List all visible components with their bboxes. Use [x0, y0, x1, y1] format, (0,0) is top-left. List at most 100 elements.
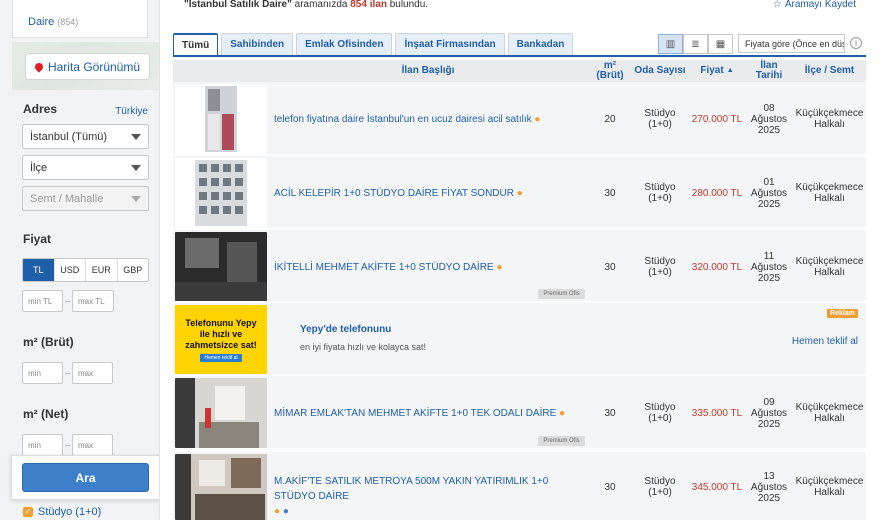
checkbox-checked-icon[interactable]: ✓	[23, 507, 33, 517]
ad-badge: Reklam	[827, 309, 858, 318]
save-search-link[interactable]: ☆ Aramayı Kaydet	[773, 0, 856, 10]
listing-title-link[interactable]: MİMAR EMLAK'TAN MEHMET AKİFTE 1+0 TEK OD…	[274, 406, 589, 421]
chevron-down-icon	[131, 164, 141, 171]
net-area-max-input[interactable]: max	[72, 434, 113, 456]
column-area[interactable]: m² (Brüt)	[589, 60, 631, 82]
net-area-min-input[interactable]: min	[22, 434, 63, 456]
listing-price: 270.000 TL	[691, 114, 743, 125]
listing-title-link[interactable]: M.AKİF'TE SATILIK METROYA 500M YAKIN YAT…	[274, 474, 589, 519]
flame-icon: ●	[516, 188, 523, 199]
listing-thumbnail[interactable]	[175, 454, 267, 520]
grid-view-icon[interactable]: ▦	[708, 34, 733, 54]
tab-construction-firm[interactable]: İnşaat Firmasından	[395, 33, 505, 55]
column-location[interactable]: İlçe / Semt	[793, 60, 866, 82]
star-icon: ☆	[772, 0, 782, 10]
neighborhood-select[interactable]: Semt / Mahalle	[22, 186, 149, 211]
results-summary-bar: "İstanbul Satılık Daire" aramanızda 854 …	[170, 0, 887, 14]
premium-office-badge: Premium Ofis	[538, 289, 585, 299]
listing-location: Küçükçekmece Halkalı	[795, 476, 864, 498]
listing-thumbnail[interactable]	[175, 232, 267, 301]
listing-area: 30	[604, 482, 616, 493]
country-link[interactable]: Türkiye	[115, 106, 148, 117]
ad-offer-link[interactable]: Hemen teklif al	[792, 336, 858, 347]
listing-area: 20	[604, 114, 616, 125]
listing-location: Küçükçekmece Halkalı	[795, 182, 864, 204]
listing-thumbnail[interactable]	[175, 158, 267, 228]
range-dash: –	[65, 296, 71, 306]
column-date[interactable]: İlan Tarihi	[746, 60, 792, 82]
column-rooms[interactable]: Oda Sayısı	[632, 60, 688, 82]
listing-area: 30	[604, 408, 616, 419]
category-daire-link[interactable]: Daire (854)	[28, 16, 78, 28]
table-row[interactable]: M.AKİF'TE SATILIK METROYA 500M YAKIN YAT…	[173, 452, 866, 520]
verified-badge-icon: ●	[282, 506, 289, 517]
tab-underline	[173, 55, 866, 57]
table-row[interactable]: ACİL KELEPİR 1+0 STÜDYO DAİRE FİYAT SOND…	[173, 156, 866, 230]
listing-price: 320.000 TL	[691, 262, 743, 273]
district-select[interactable]: İlçe	[22, 155, 149, 180]
flame-icon: ●	[559, 408, 566, 419]
tab-all[interactable]: Tümü	[173, 33, 219, 55]
listing-title-link[interactable]: telefon fiyatına daire İstanbul'un en uc…	[274, 112, 589, 127]
ad-image[interactable]: Telefonunu Yepy ile hızlı ve zahmetsizce…	[175, 305, 267, 374]
table-row[interactable]: İKİTELLİ MEHMET AKİFTE 1+0 STÜDYO DAİRE …	[173, 230, 866, 303]
currency-gbp-button[interactable]: GBP	[118, 259, 149, 281]
listing-thumbnail[interactable]	[175, 378, 267, 448]
search-button[interactable]: Ara	[22, 463, 149, 492]
listing-price: 335.000 TL	[691, 408, 743, 419]
currency-tl-button[interactable]: TL	[23, 259, 55, 281]
listing-rooms: Stüdyo (1+0)	[644, 256, 676, 278]
range-dash: –	[65, 368, 71, 378]
ad-description: en iyi fiyata hızlı ve kolayca sat!	[300, 342, 427, 352]
advertisement-row[interactable]: Telefonunu Yepy ile hızlı ve zahmetsizce…	[173, 303, 866, 376]
range-dash: –	[65, 440, 71, 450]
listing-date: 08 Ağustos 2025	[750, 103, 788, 136]
listing-title-link[interactable]: ACİL KELEPİR 1+0 STÜDYO DAİRE FİYAT SOND…	[274, 186, 589, 201]
room-option-studio[interactable]: ✓ Stüdyo (1+0)	[23, 506, 101, 518]
listing-rooms: Stüdyo (1+0)	[644, 476, 676, 498]
listing-rooms: Stüdyo (1+0)	[644, 402, 676, 424]
gross-area-title: m² (Brüt)	[23, 335, 74, 349]
net-area-title: m² (Net)	[23, 407, 69, 421]
listing-date: 09 Ağustos 2025	[750, 397, 788, 430]
listing-rooms: Stüdyo (1+0)	[644, 182, 676, 204]
table-row[interactable]: telefon fiyatına daire İstanbul'un en uc…	[173, 82, 866, 156]
results-summary: "İstanbul Satılık Daire" aramanızda 854 …	[184, 0, 429, 10]
listing-price: 280.000 TL	[691, 188, 743, 199]
category-count: (854)	[57, 17, 79, 27]
table-view-icon[interactable]: ▥	[658, 34, 683, 54]
flame-icon: ●	[274, 506, 281, 517]
column-price[interactable]: Fiyat ▲	[689, 60, 745, 82]
price-section-title: Fiyat	[23, 232, 52, 246]
info-icon[interactable]: i	[850, 37, 862, 49]
currency-toggle: TL USD EUR GBP	[22, 258, 149, 282]
gross-area-min-input[interactable]: min	[22, 362, 63, 384]
chevron-down-icon	[131, 133, 141, 140]
sort-select[interactable]: Fiyata göre (Önce en düşük)	[738, 34, 845, 53]
ad-title[interactable]: Yepy'de telefonunu	[300, 324, 391, 335]
tab-agency[interactable]: Emlak Ofisinden	[296, 33, 393, 55]
price-max-input[interactable]: max TL	[72, 290, 114, 312]
address-section-title: Adres	[23, 102, 58, 116]
city-select[interactable]: İstanbul (Tümü)	[22, 124, 149, 149]
listing-location: Küçükçekmece Halkalı	[795, 256, 864, 278]
premium-office-badge: Premium Ofis	[538, 436, 585, 446]
listing-date: 13 Ağustos 2025	[750, 471, 788, 504]
listing-location: Küçükçekmece Halkalı	[795, 108, 864, 130]
list-view-icon[interactable]: ≣	[683, 34, 708, 54]
listing-area: 30	[604, 188, 616, 199]
currency-usd-button[interactable]: USD	[55, 259, 86, 281]
price-min-input[interactable]: min TL	[22, 290, 63, 312]
listing-rooms: Stüdyo (1+0)	[644, 108, 676, 130]
listing-location: Küçükçekmece Halkalı	[795, 402, 864, 424]
tab-bank[interactable]: Bankadan	[507, 33, 574, 55]
listing-thumbnail[interactable]	[175, 84, 267, 154]
listing-title-link[interactable]: İKİTELLİ MEHMET AKİFTE 1+0 STÜDYO DAİRE …	[274, 260, 589, 275]
map-view-button[interactable]: Harita Görünümü	[25, 53, 150, 80]
column-title[interactable]: İlan Başlığı	[269, 60, 587, 82]
currency-eur-button[interactable]: EUR	[86, 259, 118, 281]
gross-area-max-input[interactable]: max	[72, 362, 113, 384]
tab-owner[interactable]: Sahibinden	[221, 33, 294, 55]
table-row[interactable]: MİMAR EMLAK'TAN MEHMET AKİFTE 1+0 TEK OD…	[173, 376, 866, 450]
table-header: İlan Başlığı m² (Brüt) Oda Sayısı Fiyat ▲ …	[173, 60, 866, 82]
